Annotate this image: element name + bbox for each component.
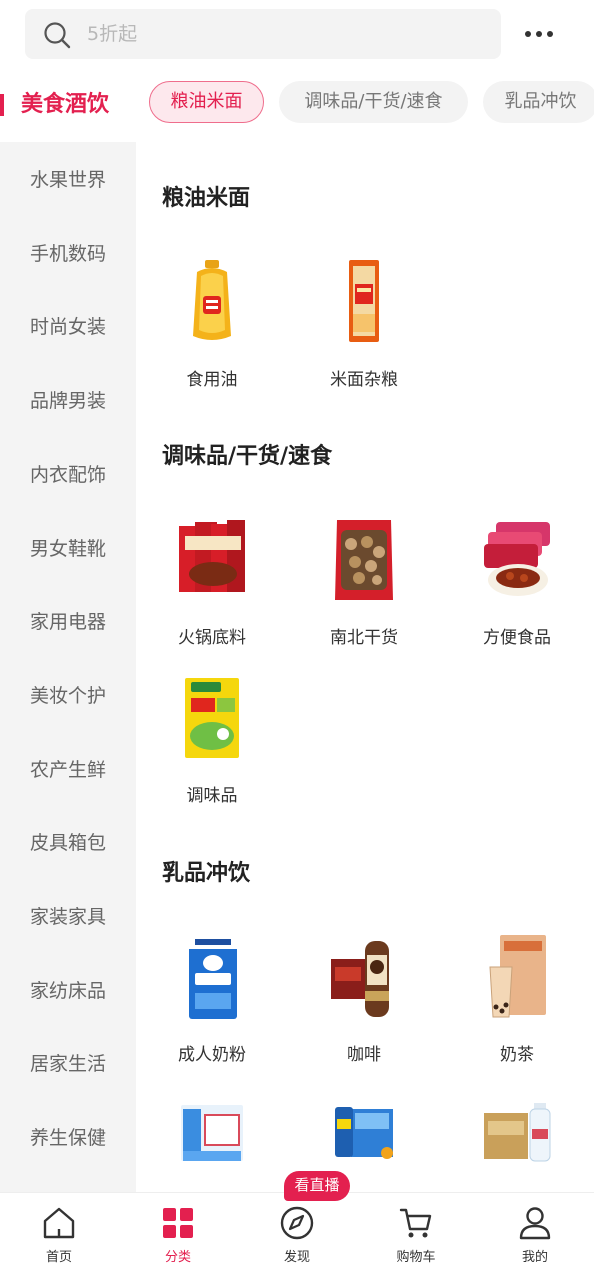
hotpot-base-image <box>179 520 245 592</box>
live-stream-badge[interactable]: 看直播 <box>284 1171 350 1201</box>
category-content: 粮油米面 食用油 米面杂粮 调味品/干货/速食 火锅底料 南北干货 方便食品 调… <box>136 142 594 1192</box>
item-instant-food[interactable]: 方便食品 <box>442 516 592 666</box>
nav-cart[interactable]: 购物车 <box>357 1193 475 1280</box>
sidebar-item-home[interactable]: 居家生活 <box>0 1027 136 1101</box>
sidebar-item-fruit[interactable]: 水果世界 <box>0 143 136 217</box>
item-label: 火锅底料 <box>178 628 246 648</box>
profile-icon <box>519 1207 551 1240</box>
item-label: 咖啡 <box>347 1045 381 1065</box>
category-row: 美食酒饮 粮油米面 调味品/干货/速食 乳品冲饮 <box>0 70 594 142</box>
section-title-seasoning: 调味品/干货/速食 <box>162 444 333 469</box>
nav-home[interactable]: 首页 <box>0 1193 118 1280</box>
sidebar-item-bags[interactable]: 皮具箱包 <box>0 806 136 880</box>
milk-box-image <box>181 1105 243 1161</box>
sidebar-item-digital[interactable]: 手机数码 <box>0 217 136 291</box>
chip-dairy[interactable]: 乳品冲饮 <box>483 81 594 123</box>
item-label: 南北干货 <box>330 628 398 648</box>
item-label: 方便食品 <box>483 628 551 648</box>
item-milk-tea[interactable]: 奶茶 <box>442 933 592 1083</box>
sidebar-item-health[interactable]: 养生保健 <box>0 1101 136 1175</box>
dried-goods-image <box>335 520 393 600</box>
section-title-dairy: 乳品冲饮 <box>162 861 251 886</box>
compass-icon <box>280 1206 314 1240</box>
sidebar-item-beauty[interactable]: 美妆个护 <box>0 659 136 733</box>
item-label: 成人奶粉 <box>178 1045 246 1065</box>
header: 5折起 <box>0 0 594 70</box>
nav-home-label: 首页 <box>45 1250 72 1265</box>
milk-tea-image <box>489 935 546 1018</box>
item-dried-goods[interactable]: 南北干货 <box>289 516 439 666</box>
home-icon <box>43 1207 75 1239</box>
sidebar-item-furniture[interactable]: 家装家具 <box>0 880 136 954</box>
coffee-image <box>331 941 389 1017</box>
sidebar-item-produce[interactable]: 农产生鲜 <box>0 733 136 807</box>
chip-seasoning[interactable]: 调味品/干货/速食 <box>279 81 468 123</box>
section-title-grain-oil: 粮油米面 <box>162 186 251 211</box>
item-coffee[interactable]: 咖啡 <box>289 933 439 1083</box>
active-category-indicator <box>0 94 4 116</box>
category-grid-icon <box>163 1208 193 1238</box>
item-label: 奶茶 <box>500 1045 534 1065</box>
sidebar: 水果世界 手机数码 时尚女装 品牌男装 内衣配饰 男女鞋靴 家用电器 美妆个护 … <box>0 142 136 1192</box>
bottom-nav: 首页 分类 发现 购物车 我的 <box>0 1192 594 1280</box>
sidebar-item-mens[interactable]: 品牌男装 <box>0 364 136 438</box>
item-adult-milk-powder[interactable]: 成人奶粉 <box>137 933 287 1083</box>
rice-noodles-image <box>349 260 379 342</box>
nav-discover-label: 发现 <box>283 1250 310 1265</box>
nav-discover[interactable]: 发现 <box>238 1193 356 1280</box>
active-top-category[interactable]: 美食酒饮 <box>21 90 109 120</box>
sidebar-item-appliances[interactable]: 家用电器 <box>0 585 136 659</box>
item-milk-box[interactable] <box>137 1099 287 1192</box>
nav-profile[interactable]: 我的 <box>476 1193 594 1280</box>
item-water-case[interactable] <box>442 1099 592 1192</box>
chip-grain-oil[interactable]: 粮油米面 <box>149 81 264 123</box>
sidebar-item-bedding[interactable]: 家纺床品 <box>0 954 136 1028</box>
seasoning-image <box>185 678 239 758</box>
water-case-image <box>484 1103 551 1162</box>
search-placeholder: 5折起 <box>87 23 138 45</box>
sidebar-item-underwear[interactable]: 内衣配饰 <box>0 438 136 512</box>
nav-category-label: 分类 <box>164 1250 191 1265</box>
item-label: 米面杂粮 <box>330 370 398 390</box>
cart-icon <box>399 1208 432 1238</box>
nav-category[interactable]: 分类 <box>119 1193 237 1280</box>
more-menu-icon[interactable] <box>519 17 559 51</box>
item-cooking-oil[interactable]: 食用油 <box>137 258 287 408</box>
sidebar-item-shoes[interactable]: 男女鞋靴 <box>0 512 136 586</box>
instant-food-image <box>484 522 550 596</box>
search-icon <box>44 22 71 49</box>
milk-powder-image <box>189 935 237 1019</box>
item-label: 调味品 <box>186 786 238 806</box>
item-seasoning[interactable]: 调味品 <box>137 674 287 824</box>
item-label: 食用油 <box>186 370 238 390</box>
nav-cart-label: 购物车 <box>396 1250 436 1265</box>
item-hotpot-base[interactable]: 火锅底料 <box>137 516 287 666</box>
cooking-oil-image <box>193 260 231 340</box>
search-bar[interactable]: 5折起 <box>25 9 501 59</box>
sidebar-item-womens[interactable]: 时尚女装 <box>0 290 136 364</box>
nav-profile-label: 我的 <box>521 1250 548 1265</box>
item-rice-noodles[interactable]: 米面杂粮 <box>289 258 439 408</box>
